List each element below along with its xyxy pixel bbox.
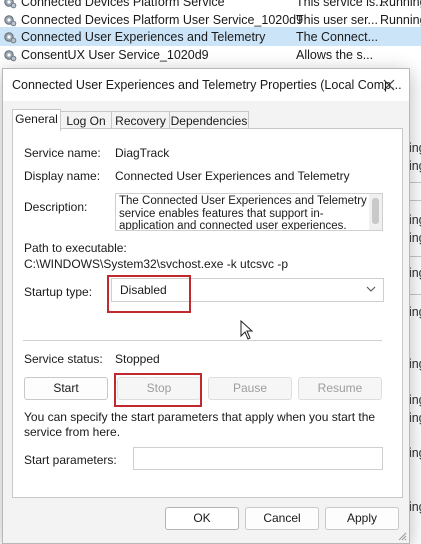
service-name: ConsentUX User Service_1020d9 [21,47,209,62]
chevron-down-icon [366,286,376,292]
service-description: The Connect... [296,29,378,44]
description-label: Description: [24,200,88,214]
service-status: Running [380,12,421,27]
close-button[interactable] [369,69,409,101]
general-panel [12,128,403,498]
path-value: C:\WINDOWS\System32\svchost.exe -k utcsv… [24,257,289,271]
service-status: Running [380,0,421,9]
gear-icon [4,0,17,8]
service-name: Connected Devices Platform User Service_… [21,12,304,27]
section-divider [23,340,382,341]
service-status-label: Service status: [24,352,103,366]
service-description: Allows the s... [296,47,374,62]
start-params-input[interactable] [133,447,383,470]
title-bar[interactable]: Connected User Experiences and Telemetry… [3,69,409,101]
gear-icon [4,14,17,26]
path-label: Path to executable: [24,241,127,255]
tab-general[interactable]: General [12,109,61,131]
list-item[interactable]: Connected User Experiences and Telemetry… [0,27,421,46]
cancel-button[interactable]: Cancel [245,507,319,530]
list-item[interactable]: ConsentUX User Service_1020d9 Allows the… [0,45,421,64]
description-box[interactable]: The Connected User Experiences and Telem… [115,193,383,231]
service-status-value: Stopped [115,352,160,366]
resume-button[interactable]: Resume [298,377,382,400]
gear-icon [4,49,17,61]
service-name-value: DiagTrack [115,146,170,160]
start-params-help-text: You can specify the start parameters tha… [24,410,376,439]
display-name-label: Display name: [24,169,101,183]
dialog-title: Connected User Experiences and Telemetry… [12,78,402,92]
apply-button[interactable]: Apply [325,507,399,530]
service-name-label: Service name: [24,146,101,160]
ok-button[interactable]: OK [165,507,239,530]
description-text: The Connected User Experiences and Telem… [119,195,367,231]
resize-grip-icon[interactable] [398,532,407,541]
properties-dialog: Connected User Experiences and Telemetry… [2,68,410,544]
service-description: This user ser... [296,12,378,27]
mouse-cursor-icon [240,320,254,340]
gear-icon [4,31,17,43]
highlight-box-startup [107,275,191,313]
service-name: Connected Devices Platform Service [21,0,225,9]
display-name-value: Connected User Experiences and Telemetry [115,169,350,183]
pause-button[interactable]: Pause [208,377,292,400]
start-params-label: Start parameters: [24,453,117,467]
start-button[interactable]: Start [24,377,108,400]
startup-type-label: Startup type: [24,285,93,299]
service-name: Connected User Experiences and Telemetry [21,29,266,44]
close-icon [383,79,395,91]
highlight-box-stop [114,373,202,407]
description-scrollbar[interactable] [369,194,382,230]
service-description: This service is... [296,0,386,9]
scrollbar-thumb[interactable] [372,198,379,224]
